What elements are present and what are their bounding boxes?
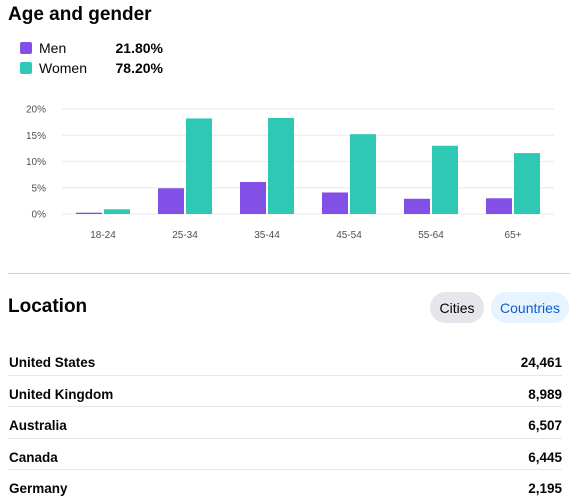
location-count: 6,445 bbox=[528, 449, 562, 465]
legend-item-men: Men 21.80% bbox=[20, 40, 180, 60]
location-count: 2,195 bbox=[528, 481, 562, 496]
chart-legend: Men 21.80% Women 78.20% bbox=[20, 40, 180, 80]
legend-value-women: 78.20% bbox=[115, 60, 163, 76]
countries-toggle-button[interactable]: Countries bbox=[491, 292, 569, 323]
x-tick-label: 45-54 bbox=[336, 230, 362, 241]
bar-men-25-34 bbox=[158, 188, 184, 214]
y-tick-label: 20% bbox=[26, 105, 46, 116]
location-name: United States bbox=[9, 355, 96, 370]
location-name: United Kingdom bbox=[9, 386, 114, 402]
location-row: Australia 6,507 bbox=[8, 407, 562, 439]
x-tick-label: 18-24 bbox=[90, 230, 116, 241]
bar-women-18-24 bbox=[104, 209, 130, 214]
bar-women-25-34 bbox=[186, 118, 212, 214]
bar-women-65+ bbox=[514, 153, 540, 214]
location-row: United States 24,461 bbox=[8, 344, 562, 376]
legend-value-men: 21.80% bbox=[115, 40, 163, 56]
bar-women-45-54 bbox=[350, 134, 376, 214]
bar-men-55-64 bbox=[404, 198, 430, 214]
location-count: 6,507 bbox=[528, 418, 562, 433]
bar-men-35-44 bbox=[240, 181, 266, 214]
x-tick-label: 65+ bbox=[505, 230, 522, 241]
legend-swatch-men bbox=[20, 42, 32, 54]
legend-label-women: Women bbox=[39, 60, 87, 76]
location-name: Germany bbox=[9, 481, 68, 496]
location-name: Canada bbox=[9, 449, 58, 465]
legend-label-men: Men bbox=[39, 40, 67, 56]
y-tick-label: 0% bbox=[32, 210, 47, 221]
y-tick-label: 15% bbox=[26, 131, 46, 142]
x-tick-label: 35-44 bbox=[254, 230, 280, 241]
legend-swatch-women bbox=[20, 62, 32, 74]
location-row: Germany 2,195 bbox=[8, 470, 562, 500]
location-name: Australia bbox=[9, 418, 67, 433]
bar-men-65+ bbox=[486, 198, 512, 214]
legend-item-women: Women 78.20% bbox=[20, 60, 180, 80]
location-title: Location bbox=[8, 296, 88, 317]
age-gender-title: Age and gender bbox=[8, 4, 152, 25]
x-tick-label: 25-34 bbox=[172, 230, 198, 241]
location-list: United States 24,461 United Kingdom 8,98… bbox=[8, 344, 562, 500]
x-tick-label: 55-64 bbox=[418, 230, 444, 241]
bar-women-35-44 bbox=[268, 117, 294, 214]
cities-toggle-button[interactable]: Cities bbox=[430, 292, 484, 323]
age-gender-bar-chart: 0% 5% 10% 15% 20% 18-24 25-34 35-44 45-54 55-64 65… bbox=[26, 105, 554, 241]
bar-women-55-64 bbox=[432, 145, 458, 214]
bar-men-18-24 bbox=[76, 212, 102, 214]
y-tick-label: 5% bbox=[32, 183, 47, 194]
location-row: United Kingdom 8,989 bbox=[8, 376, 562, 407]
location-row: Canada 6,445 bbox=[8, 439, 562, 470]
y-tick-label: 10% bbox=[26, 157, 46, 168]
section-divider bbox=[8, 273, 570, 274]
location-count: 24,461 bbox=[520, 355, 562, 370]
location-count: 8,989 bbox=[528, 386, 562, 402]
bar-men-45-54 bbox=[322, 192, 348, 214]
